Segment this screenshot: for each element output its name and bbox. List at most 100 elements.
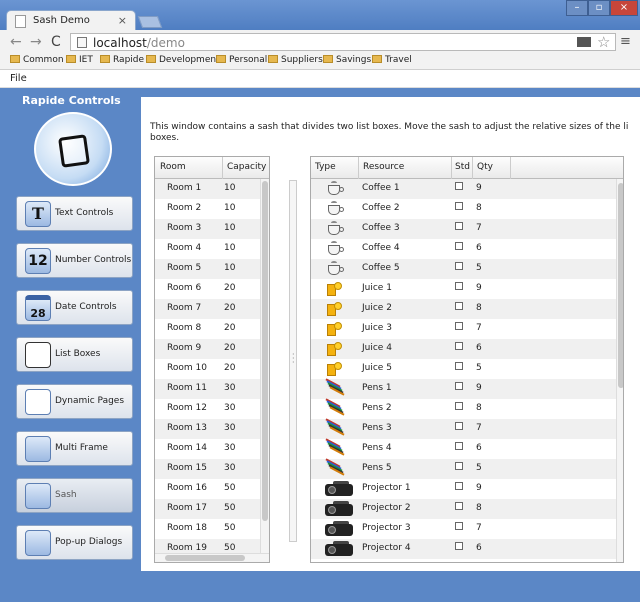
maximize-button[interactable]: ▫: [588, 0, 610, 16]
std-checkbox[interactable]: [455, 222, 463, 230]
std-checkbox[interactable]: [455, 242, 463, 250]
tab-close-icon[interactable]: ×: [118, 14, 127, 27]
table-row[interactable]: Pens 2 8: [311, 398, 623, 419]
col-qty-header[interactable]: Qty: [477, 162, 493, 172]
table-row[interactable]: Projector 1 9: [311, 479, 623, 499]
std-checkbox[interactable]: [455, 402, 463, 410]
sidebar-item-list-boxes[interactable]: List Boxes: [16, 337, 133, 372]
table-row[interactable]: Room 9 20: [155, 339, 269, 359]
table-row[interactable]: Projector 4 6: [311, 539, 623, 559]
std-checkbox[interactable]: [455, 202, 463, 210]
bookmark-development[interactable]: Development: [146, 55, 220, 65]
sidebar-item-multi-frame[interactable]: Multi Frame: [16, 431, 133, 466]
close-window-button[interactable]: ×: [610, 0, 638, 16]
table-row[interactable]: Coffee 2 8: [311, 199, 623, 219]
scrollbar-thumb[interactable]: [262, 181, 268, 521]
table-row[interactable]: Projector 2 8: [311, 499, 623, 519]
col-room-header[interactable]: Room: [160, 162, 186, 172]
table-row[interactable]: Room 13 30: [155, 419, 269, 439]
std-checkbox[interactable]: [455, 182, 463, 190]
browser-menu-icon[interactable]: ≡: [620, 34, 631, 49]
table-row[interactable]: Coffee 4 6: [311, 239, 623, 259]
resources-listbox[interactable]: Type Resource Std Qty Coffee 1 9 Coffee 2 8…: [310, 156, 624, 563]
resources-vertical-scrollbar[interactable]: [616, 179, 623, 562]
table-row[interactable]: Projector 3 7: [311, 519, 623, 539]
sidebar-item-number-controls[interactable]: 12 Number Controls: [16, 243, 133, 278]
col-resource-header[interactable]: Resource: [363, 162, 404, 172]
bookmark-rapide[interactable]: Rapide: [100, 55, 144, 65]
table-row[interactable]: Coffee 1 9: [311, 179, 623, 199]
rooms-vertical-scrollbar[interactable]: [260, 179, 269, 553]
table-row[interactable]: Room 12 30: [155, 399, 269, 419]
table-row[interactable]: Room 14 30: [155, 439, 269, 459]
std-checkbox[interactable]: [455, 502, 463, 510]
std-checkbox[interactable]: [455, 262, 463, 270]
minimize-button[interactable]: –: [566, 0, 588, 16]
col-std-header[interactable]: Std: [455, 162, 470, 172]
std-checkbox[interactable]: [455, 442, 463, 450]
table-row[interactable]: Room 4 10: [155, 239, 269, 259]
sash-grip-icon[interactable]: · · ·: [292, 351, 295, 367]
table-row[interactable]: Room 15 30: [155, 459, 269, 479]
std-checkbox[interactable]: [455, 382, 463, 390]
std-checkbox[interactable]: [455, 282, 463, 290]
table-row[interactable]: Room 11 30: [155, 379, 269, 399]
bookmark-savings[interactable]: Savings: [323, 55, 371, 65]
table-row[interactable]: Room 10 20: [155, 359, 269, 379]
table-row[interactable]: Room 18 50: [155, 519, 269, 539]
bookmark-iet[interactable]: IET: [66, 55, 93, 65]
browser-tab[interactable]: Sash Demo ×: [6, 10, 136, 32]
table-row[interactable]: Pens 3 7: [311, 418, 623, 439]
back-arrow-icon[interactable]: ←: [10, 34, 22, 50]
std-checkbox[interactable]: [455, 342, 463, 350]
table-row[interactable]: Coffee 3 7: [311, 219, 623, 239]
scrollbar-thumb[interactable]: [165, 555, 245, 561]
table-row[interactable]: Juice 2 8: [311, 299, 623, 319]
rooms-listbox[interactable]: Room Capacity Room 1 10 Room 2 10 Room 3 10 Ro…: [154, 156, 270, 563]
std-checkbox[interactable]: [455, 522, 463, 530]
table-row[interactable]: Pens 1 9: [311, 378, 623, 399]
std-checkbox[interactable]: [455, 482, 463, 490]
table-row[interactable]: Juice 1 9: [311, 279, 623, 299]
table-row[interactable]: Room 6 20: [155, 279, 269, 299]
cast-icon[interactable]: [577, 37, 591, 47]
std-checkbox[interactable]: [455, 422, 463, 430]
table-row[interactable]: Juice 4 6: [311, 339, 623, 359]
rooms-horizontal-scrollbar[interactable]: [155, 553, 269, 562]
bookmark-personal[interactable]: Personal: [216, 55, 267, 65]
forward-arrow-icon[interactable]: →: [30, 34, 42, 50]
table-row[interactable]: Juice 5 5: [311, 359, 623, 379]
bookmark-star-icon[interactable]: ☆: [597, 33, 610, 51]
std-checkbox[interactable]: [455, 362, 463, 370]
col-type-header[interactable]: Type: [315, 162, 336, 172]
table-row[interactable]: Pens 4 6: [311, 438, 623, 459]
bookmark-common[interactable]: Common: [10, 55, 64, 65]
std-checkbox[interactable]: [455, 302, 463, 310]
reload-icon[interactable]: C: [51, 34, 61, 50]
address-bar[interactable]: localhost/demo ☆: [70, 33, 616, 51]
sidebar-item-sash[interactable]: Sash: [16, 478, 133, 513]
table-row[interactable]: Room 8 20: [155, 319, 269, 339]
std-checkbox[interactable]: [455, 322, 463, 330]
table-row[interactable]: Room 17 50: [155, 499, 269, 519]
sash-divider[interactable]: · · ·: [289, 180, 297, 542]
sidebar-item-popup-dialogs[interactable]: Pop-up Dialogs: [16, 525, 133, 560]
new-tab-button[interactable]: [137, 16, 163, 28]
menu-file[interactable]: File: [10, 73, 27, 84]
sidebar-item-dynamic-pages[interactable]: Dynamic Pages: [16, 384, 133, 419]
std-checkbox[interactable]: [455, 462, 463, 470]
std-checkbox[interactable]: [455, 542, 463, 550]
table-row[interactable]: Pens 5 5: [311, 458, 623, 479]
bookmark-suppliers[interactable]: Suppliers: [268, 55, 323, 65]
sidebar-item-text-controls[interactable]: T Text Controls: [16, 196, 133, 231]
table-row[interactable]: Room 1 10: [155, 179, 269, 199]
table-row[interactable]: Room 7 20: [155, 299, 269, 319]
sidebar-item-date-controls[interactable]: 28 Date Controls: [16, 290, 133, 325]
table-row[interactable]: Room 3 10: [155, 219, 269, 239]
col-capacity-header[interactable]: Capacity: [227, 162, 266, 172]
bookmark-travel[interactable]: Travel: [372, 55, 412, 65]
table-row[interactable]: Room 2 10: [155, 199, 269, 219]
table-row[interactable]: Room 16 50: [155, 479, 269, 499]
table-row[interactable]: Room 5 10: [155, 259, 269, 279]
table-row[interactable]: Coffee 5 5: [311, 259, 623, 279]
